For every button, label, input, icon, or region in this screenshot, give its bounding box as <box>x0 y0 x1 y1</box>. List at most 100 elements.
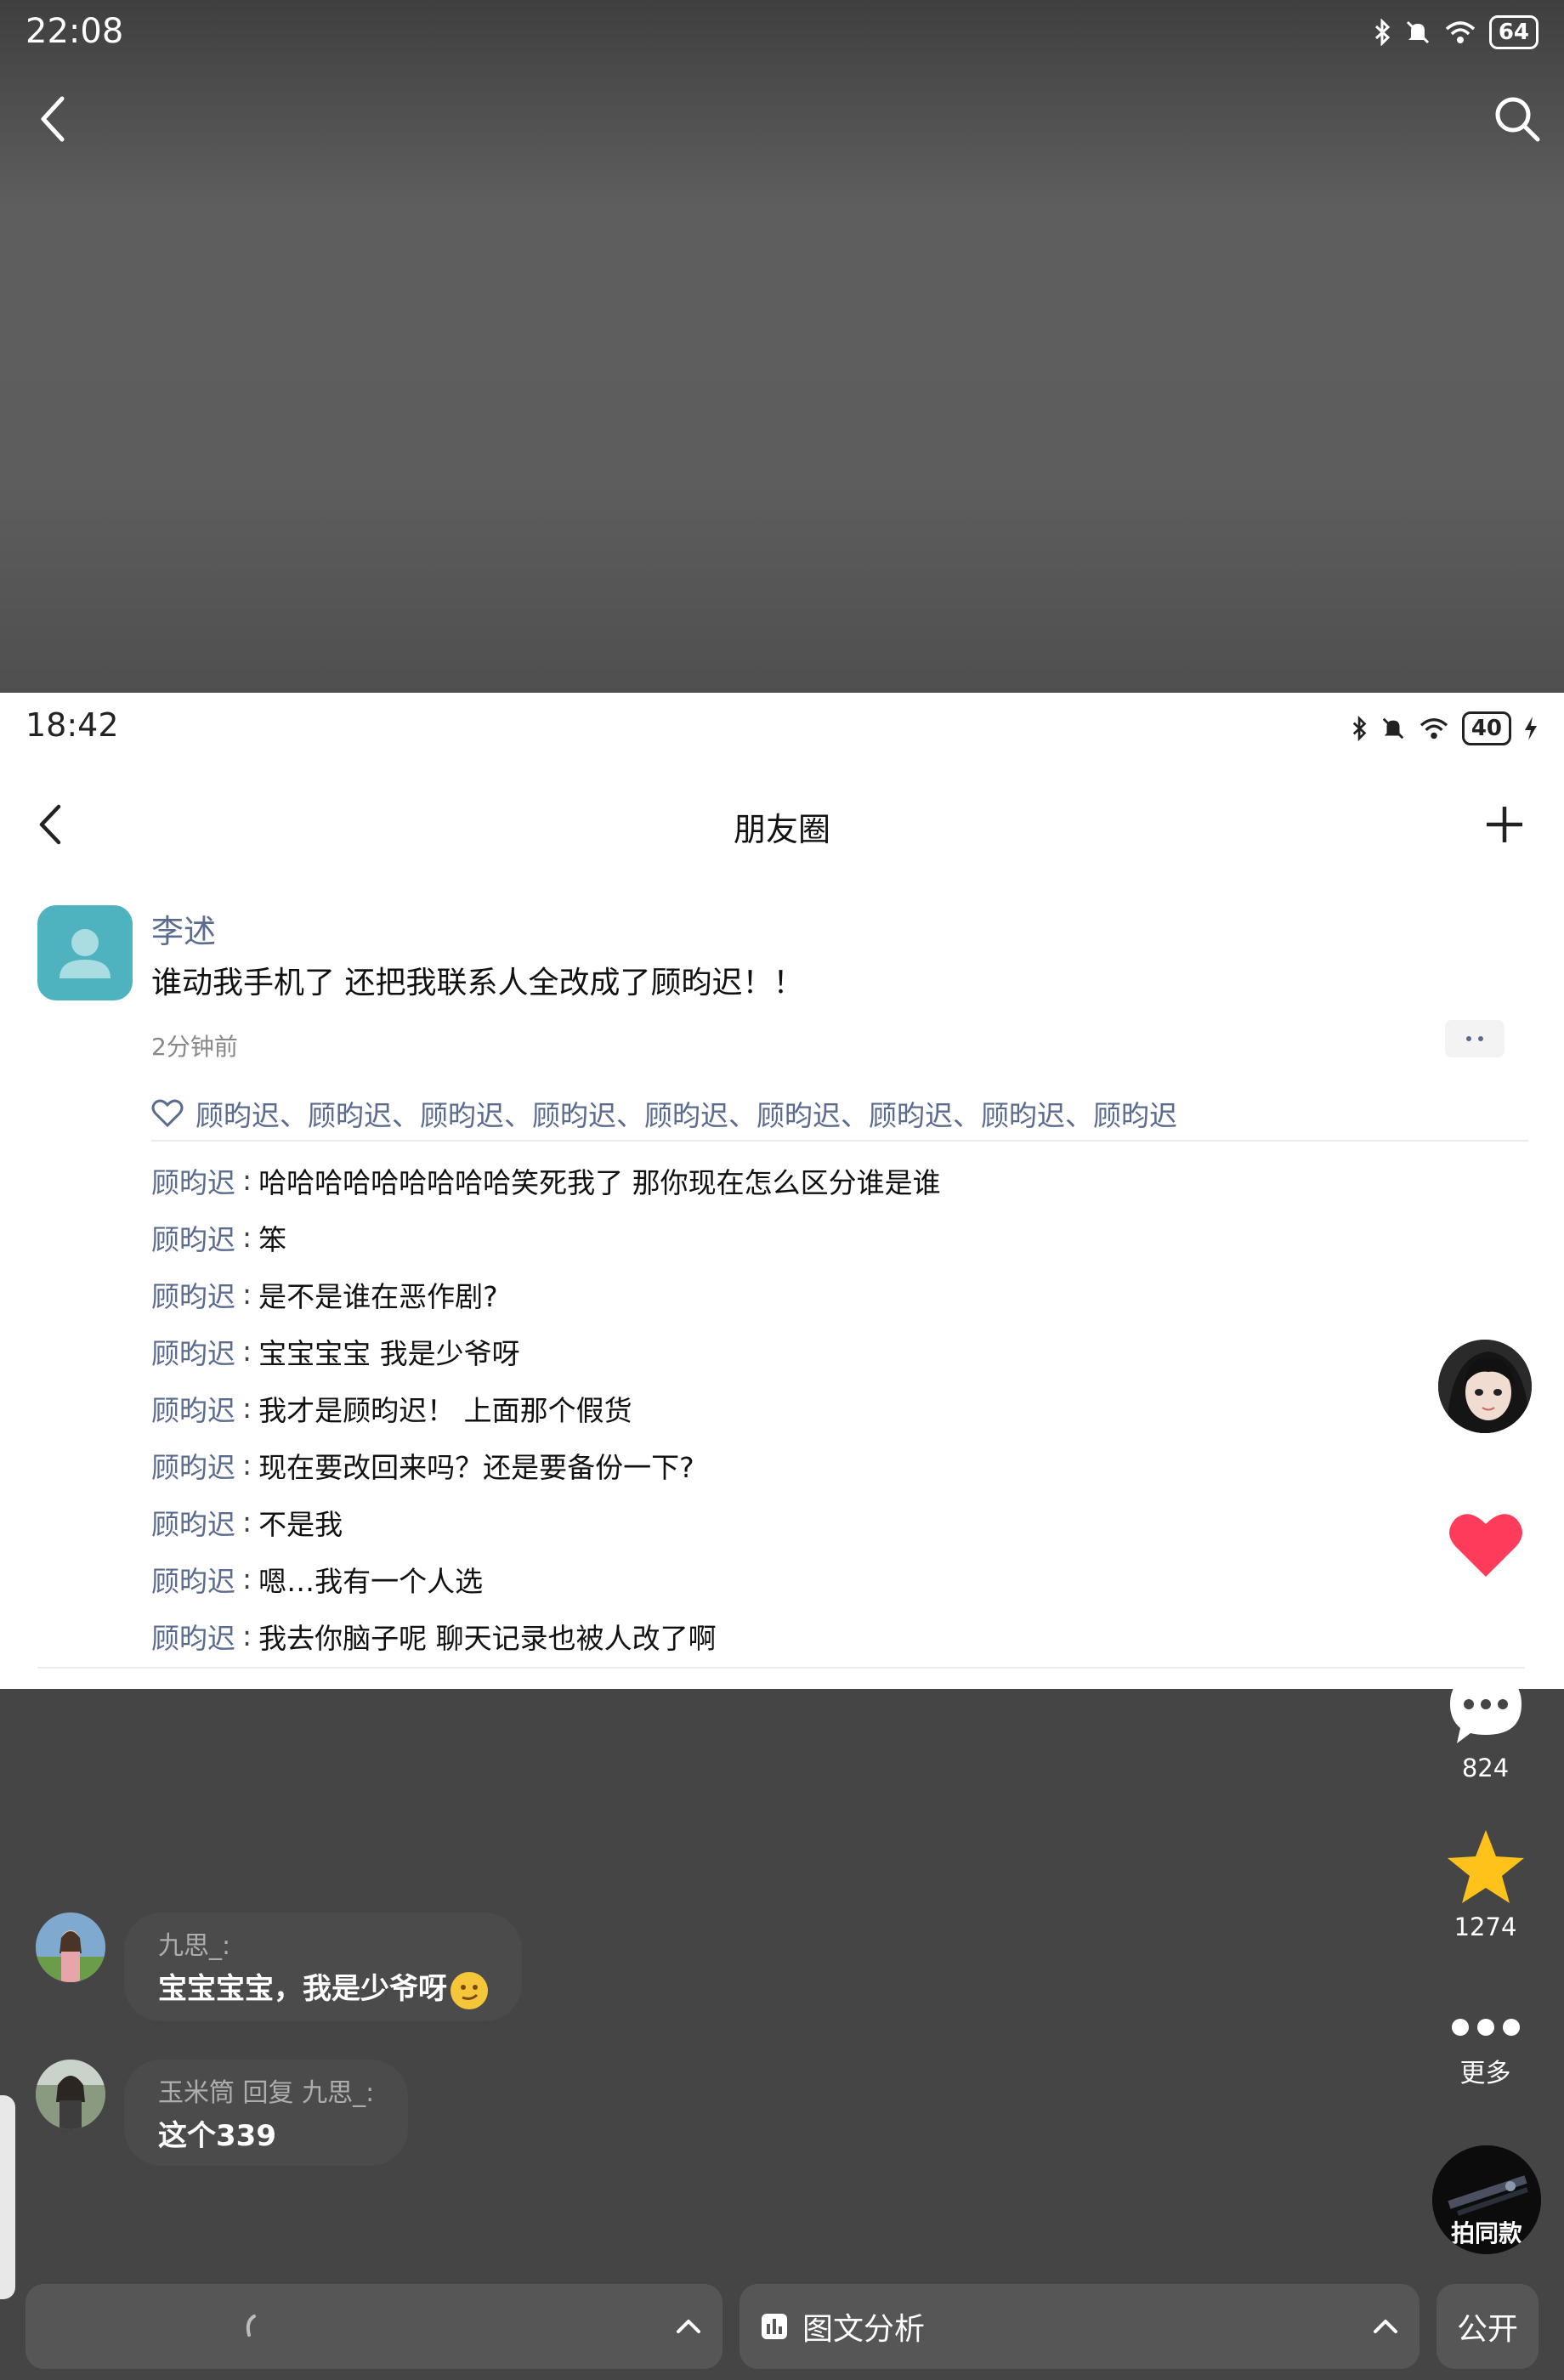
analysis-pill[interactable]: 图文分析 <box>740 2284 1420 2369</box>
input-pill[interactable] <box>26 2284 722 2369</box>
back-button[interactable] <box>26 85 80 153</box>
comment-item[interactable]: 顾昀迟: 嗯…我有一个人选 <box>151 1550 1528 1607</box>
live-comment[interactable]: 玉米筒 回复 九思_: 这个339 <box>36 2060 409 2166</box>
comment-text: 笨 <box>258 1222 287 1256</box>
comment-item[interactable]: 顾昀迟: 宝宝宝宝 我是少爷呀 <box>151 1323 1528 1380</box>
more-label: 更多 <box>1459 2059 1511 2088</box>
comment-separator: : <box>242 1278 252 1311</box>
comment-author[interactable]: 顾昀迟 <box>151 1445 235 1486</box>
commenter-avatar[interactable] <box>36 2060 105 2129</box>
comment-text: 是不是谁在恶作剧? <box>258 1279 498 1313</box>
mute-bell-icon <box>1406 20 1429 44</box>
plus-icon <box>1487 807 1522 842</box>
comment-separator: : <box>242 1448 252 1482</box>
bar-chart-icon <box>762 2314 787 2339</box>
comment-item[interactable]: 顾昀迟: 现在要改回来吗？还是要备份一下? <box>151 1436 1528 1493</box>
more-button[interactable]: 更多 <box>1415 2014 1556 2089</box>
live-comment-author[interactable]: 九思_: <box>158 1924 488 1962</box>
comment-item[interactable]: 顾昀迟: 我才是顾昀迟！ 上面那个假货 <box>151 1380 1528 1436</box>
comment-text: 我才是顾昀迟！ 上面那个假货 <box>258 1393 632 1427</box>
comment-item[interactable]: 顾昀迟: 笨 <box>151 1209 1528 1266</box>
comment-item[interactable]: 顾昀迟: 哈哈哈哈哈哈哈哈哈笑死我了 那你现在怎么区分谁是谁 <box>151 1152 1528 1209</box>
commenter-avatar[interactable] <box>36 1912 105 1982</box>
default-user-icon <box>60 929 110 978</box>
comment-separator: : <box>242 1562 252 1595</box>
comment-text: 宝宝宝宝 我是少爷呀 <box>258 1336 520 1370</box>
comment-author[interactable]: 顾昀迟 <box>151 1616 235 1657</box>
live-comment[interactable]: 九思_: 宝宝宝宝，我是少爷呀 <box>36 1912 522 2021</box>
outer-battery: 64 <box>1488 15 1538 49</box>
inner-status-time: 18:42 <box>26 706 119 744</box>
live-comment-text: 这个339 <box>158 2119 276 2153</box>
like-button[interactable]: 4.0万 <box>1415 1509 1556 1623</box>
comment-separator: : <box>242 1334 252 1368</box>
analysis-label: 图文分析 <box>802 2312 926 2347</box>
comment-text: 我去你脑子呢 聊天记录也被人改了啊 <box>258 1621 717 1655</box>
comment-author[interactable]: 顾昀迟 <box>151 1160 235 1201</box>
outer-status-icons: 64 <box>1374 15 1538 49</box>
comment-separator: : <box>242 1221 252 1254</box>
commenter-avatar-image <box>36 1912 105 1982</box>
comment-author[interactable]: 顾昀迟 <box>151 1331 235 1372</box>
comment-author[interactable]: 顾昀迟 <box>151 1217 235 1258</box>
comment-text: 不是我 <box>258 1507 343 1541</box>
comment-bubble-icon <box>1449 1674 1522 1743</box>
bluetooth-icon <box>1352 716 1367 741</box>
commenter-avatar-image <box>36 2060 105 2129</box>
favorite-count: 1274 <box>1454 1912 1517 1941</box>
heart-outline-icon <box>151 1099 184 1128</box>
bottom-bar: 图文分析 公开 <box>0 2284 1564 2369</box>
comment-author[interactable]: 顾昀迟 <box>151 1388 235 1429</box>
charging-icon <box>1525 717 1537 740</box>
outer-status-time: 22:08 <box>26 12 124 51</box>
comment-count: 824 <box>1461 1754 1510 1782</box>
same-style-button[interactable]: 拍同款 <box>1432 2145 1541 2254</box>
smirk-emoji-icon <box>450 1971 488 2009</box>
comment-button[interactable]: 824 <box>1415 1669 1556 1782</box>
more-dots-icon <box>1451 2019 1520 2036</box>
comment-separator: : <box>242 1505 252 1538</box>
favorite-button[interactable]: 1274 <box>1415 1828 1556 1941</box>
comment-author[interactable]: 顾昀迟 <box>151 1502 235 1543</box>
star-icon <box>1447 1830 1524 1903</box>
post-text: 谁动我手机了 还把我联系人全改成了顾昀迟！！ <box>151 966 804 1000</box>
post-more-button[interactable] <box>1445 1020 1504 1057</box>
inner-status-bar: 18:42 40 <box>0 693 1564 761</box>
same-style-label: 拍同款 <box>1450 2219 1522 2247</box>
moments-add-button[interactable] <box>1475 795 1534 854</box>
post-author-name[interactable]: 李述 <box>151 905 216 952</box>
inner-status-icons: 40 <box>1352 711 1538 745</box>
comment-author[interactable]: 顾昀迟 <box>151 1274 235 1315</box>
creator-avatar[interactable] <box>1435 1336 1535 1436</box>
like-count: 4.0万 <box>1453 1592 1518 1621</box>
search-button[interactable] <box>1483 85 1551 153</box>
comment-item[interactable]: 顾昀迟: 我去你脑子呢 聊天记录也被人改了啊 <box>151 1607 1528 1664</box>
moments-nav-bar: 朋友圈 <box>0 778 1564 871</box>
moments-screenshot: 18:42 40 朋友圈 李述 谁动我手机了 还把我联系人全改成了顾昀迟！！ 2… <box>0 693 1564 1689</box>
comment-text: 哈哈哈哈哈哈哈哈哈笑死我了 那你现在怎么区分谁是谁 <box>258 1165 941 1199</box>
comment-separator: : <box>242 1164 252 1197</box>
likes-divider <box>151 1140 1528 1142</box>
comment-item[interactable]: 顾昀迟: 不是我 <box>151 1493 1528 1550</box>
comment-text: 嗯…我有一个人选 <box>258 1564 484 1598</box>
post-bottom-divider <box>37 1667 1525 1669</box>
chevron-up-icon <box>1374 2320 1397 2333</box>
search-icon <box>1495 97 1540 142</box>
visibility-button[interactable]: 公开 <box>1436 2284 1538 2369</box>
live-comment-text: 宝宝宝宝，我是少爷呀 <box>158 1972 447 2006</box>
comment-item[interactable]: 顾昀迟: 是不是谁在恶作剧? <box>151 1266 1528 1323</box>
likes-row: 顾昀迟、顾昀迟、顾昀迟、顾昀迟、顾昀迟、顾昀迟、顾昀迟、顾昀迟、顾昀迟 <box>151 1085 1528 1142</box>
live-comment-bubble: 九思_: 宝宝宝宝，我是少爷呀 <box>124 1912 522 2021</box>
comment-author[interactable]: 顾昀迟 <box>151 1559 235 1600</box>
wifi-icon <box>1420 718 1448 740</box>
likes-list[interactable]: 顾昀迟、顾昀迟、顾昀迟、顾昀迟、顾昀迟、顾昀迟、顾昀迟、顾昀迟、顾昀迟 <box>196 1093 1177 1134</box>
loading-spinner-icon <box>246 2315 256 2337</box>
comment-separator: : <box>242 1619 252 1652</box>
outer-status-bar: 22:08 64 <box>0 0 1564 68</box>
live-comment-bubble: 玉米筒 回复 九思_: 这个339 <box>124 2060 409 2166</box>
side-drawer-handle[interactable] <box>0 2095 15 2299</box>
post-author-avatar[interactable] <box>37 905 133 1000</box>
live-comment-author[interactable]: 玉米筒 回复 九思_: <box>158 2071 374 2109</box>
moments-title: 朋友圈 <box>733 811 830 848</box>
visibility-label: 公开 <box>1456 2312 1518 2347</box>
